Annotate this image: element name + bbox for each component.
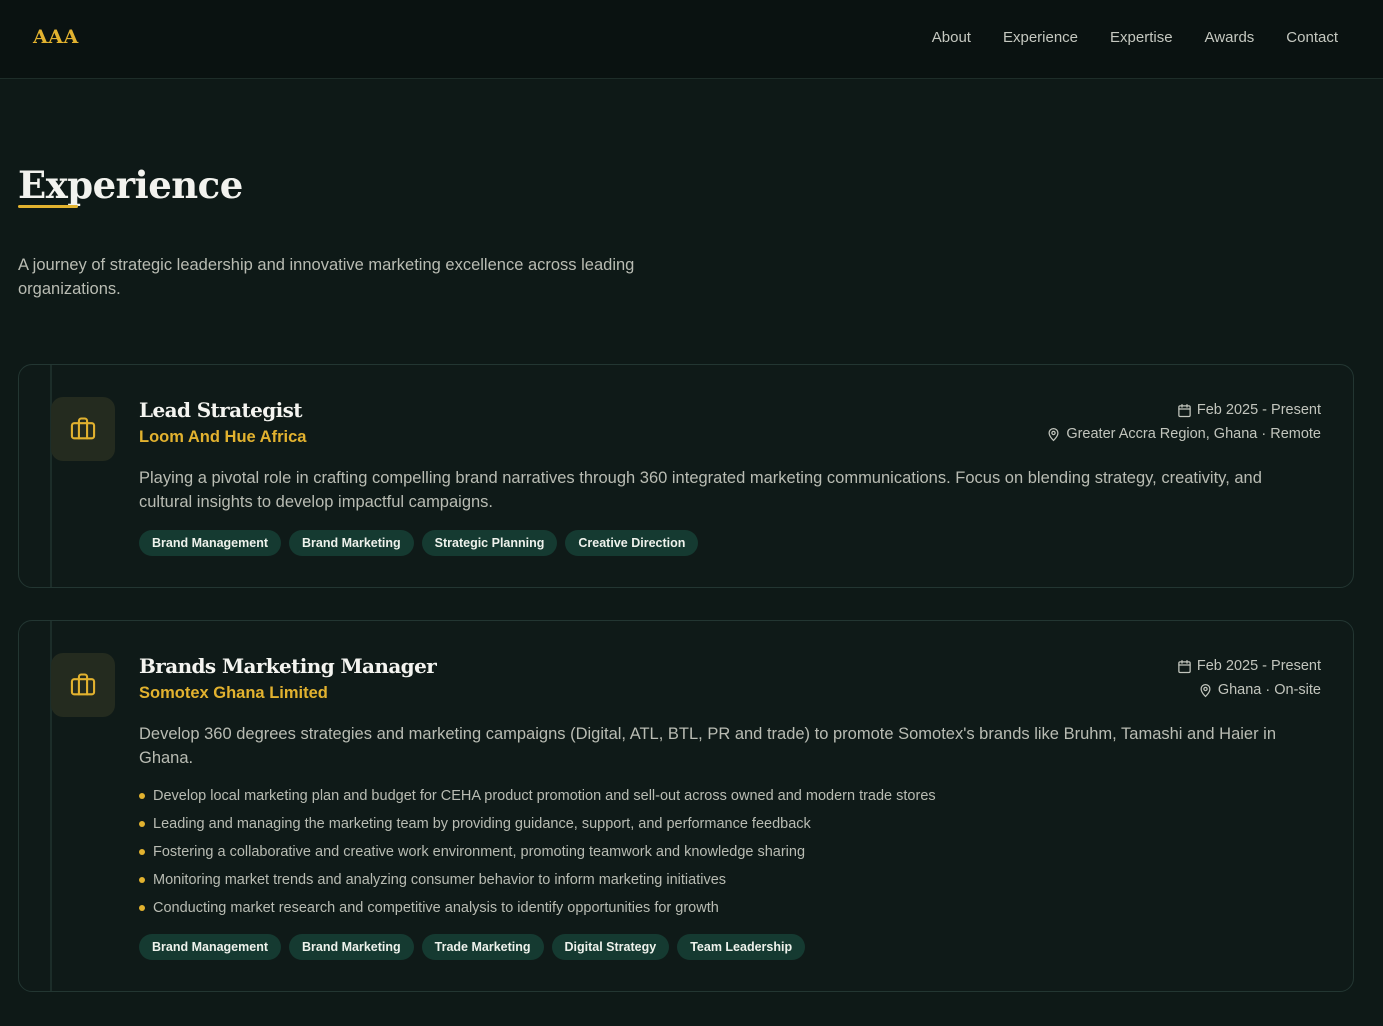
nav-link-experience[interactable]: Experience bbox=[1003, 29, 1078, 46]
job-location: Greater Accra Region, Ghana · Remote bbox=[1046, 422, 1321, 446]
job-title: Brands Marketing Manager bbox=[139, 654, 437, 678]
top-navigation: AAA About Experience Expertise Awards Co… bbox=[0, 0, 1383, 79]
job-meta: Feb 2025 - Present Ghana · On-site bbox=[1177, 654, 1321, 702]
skill-tags: Brand Management Brand Marketing Strateg… bbox=[139, 530, 699, 556]
section-intro: A journey of strategic leadership and in… bbox=[18, 256, 635, 298]
list-item: Leading and managing the marketing team … bbox=[139, 810, 936, 838]
experience-card-lead-strategist: Lead Strategist Loom And Hue Africa Feb … bbox=[18, 364, 1354, 588]
skill-tag: Strategic Planning bbox=[421, 530, 558, 556]
nav-link-expertise[interactable]: Expertise bbox=[1110, 29, 1173, 46]
list-item: Fostering a collaborative and creative w… bbox=[139, 838, 936, 866]
job-description: Develop 360 degrees strategies and marke… bbox=[139, 725, 1277, 767]
job-location-text: Ghana · On-site bbox=[1217, 682, 1321, 698]
calendar-icon bbox=[1178, 659, 1191, 673]
skill-tags: Brand Management Brand Marketing Trade M… bbox=[139, 934, 806, 960]
skill-tag: Creative Direction bbox=[565, 530, 699, 556]
skill-tag: Trade Marketing bbox=[421, 934, 544, 960]
list-item: Monitoring market trends and analyzing c… bbox=[139, 866, 936, 894]
nav-link-awards[interactable]: Awards bbox=[1205, 29, 1255, 46]
bullet-dot bbox=[139, 849, 145, 855]
company-name: Somotex Ghana Limited bbox=[139, 684, 328, 702]
skill-tag: Brand Marketing bbox=[289, 934, 414, 960]
list-item-text: Leading and managing the marketing team … bbox=[153, 816, 811, 832]
job-title: Lead Strategist bbox=[139, 398, 303, 422]
bullet-dot bbox=[139, 793, 145, 799]
nav-links: About Experience Expertise Awards Contac… bbox=[932, 29, 1338, 46]
job-dates-text: Feb 2025 - Present bbox=[1196, 658, 1321, 674]
job-dates: Feb 2025 - Present bbox=[1177, 654, 1321, 678]
list-item-text: Conducting market research and competiti… bbox=[153, 900, 719, 916]
bullet-dot bbox=[139, 821, 145, 827]
calendar-icon bbox=[1178, 403, 1191, 417]
list-item-text: Fostering a collaborative and creative w… bbox=[153, 844, 806, 860]
skill-tag: Team Leadership bbox=[677, 934, 806, 960]
list-item: Develop local marketing plan and budget … bbox=[139, 782, 936, 810]
job-dates: Feb 2025 - Present bbox=[1046, 398, 1321, 422]
skill-tag: Digital Strategy bbox=[551, 934, 670, 960]
list-item-text: Develop local marketing plan and budget … bbox=[153, 788, 936, 804]
responsibility-list: Develop local marketing plan and budget … bbox=[139, 782, 936, 922]
map-pin-icon bbox=[1200, 683, 1211, 697]
section-title: Experience bbox=[18, 163, 243, 207]
skill-tag: Brand Management bbox=[139, 530, 281, 556]
job-description: Playing a pivotal role in crafting compe… bbox=[139, 469, 1262, 511]
skill-tag: Brand Management bbox=[139, 934, 281, 960]
job-location-text: Greater Accra Region, Ghana · Remote bbox=[1066, 426, 1321, 442]
job-location: Ghana · On-site bbox=[1177, 678, 1321, 702]
company-name: Loom And Hue Africa bbox=[139, 428, 307, 446]
job-dates-text: Feb 2025 - Present bbox=[1196, 402, 1321, 418]
briefcase-icon bbox=[51, 653, 115, 717]
nav-link-about[interactable]: About bbox=[932, 29, 971, 46]
site-logo[interactable]: AAA bbox=[33, 26, 79, 48]
title-underline bbox=[18, 205, 78, 208]
map-pin-icon bbox=[1048, 427, 1059, 441]
bullet-dot bbox=[139, 905, 145, 911]
skill-tag: Brand Marketing bbox=[289, 530, 414, 556]
experience-card-brands-marketing-manager: Brands Marketing Manager Somotex Ghana L… bbox=[18, 620, 1354, 992]
list-item-text: Monitoring market trends and analyzing c… bbox=[153, 872, 727, 888]
nav-link-contact[interactable]: Contact bbox=[1286, 29, 1338, 46]
job-meta: Feb 2025 - Present Greater Accra Region,… bbox=[1046, 398, 1321, 446]
briefcase-icon bbox=[51, 397, 115, 461]
bullet-dot bbox=[139, 877, 145, 883]
list-item: Conducting market research and competiti… bbox=[139, 894, 936, 922]
